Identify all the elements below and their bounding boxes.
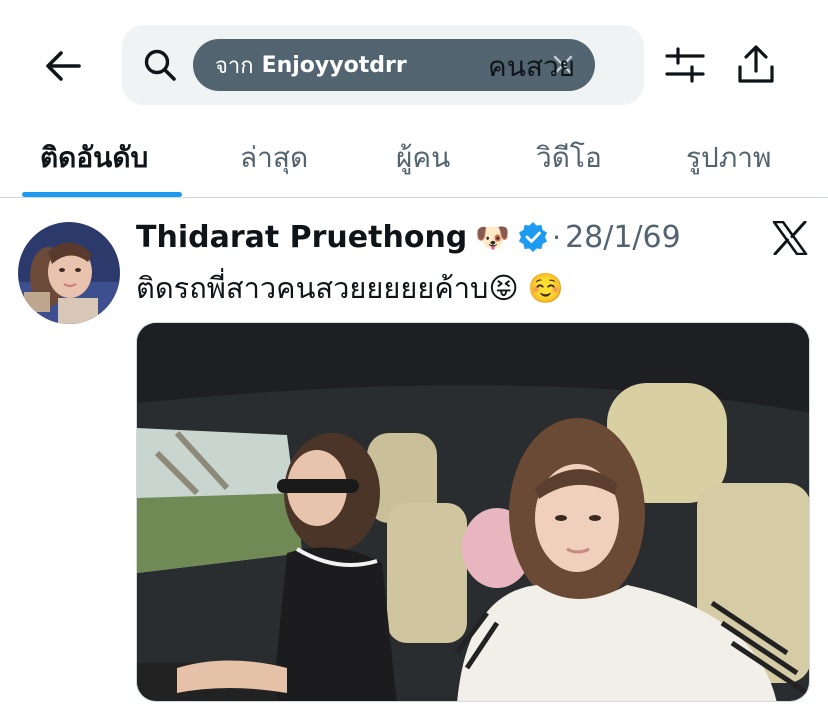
tweet-date[interactable]: 28/1/69 <box>565 220 681 255</box>
tweet-photo[interactable] <box>136 322 810 702</box>
display-name[interactable]: Thidarat Pruethong <box>136 220 467 255</box>
search-query-text[interactable]: คนสวย <box>488 45 575 89</box>
chip-prefix: จาก <box>215 53 254 79</box>
tab-latest[interactable]: ล่าสุด <box>240 136 308 180</box>
avatar-image <box>18 222 120 324</box>
active-tab-indicator <box>22 192 182 197</box>
avatar[interactable] <box>18 222 120 324</box>
tab-videos[interactable]: วิดีโอ <box>536 136 602 180</box>
tab-top[interactable]: ติดอันดับ <box>40 136 148 180</box>
tab-people[interactable]: ผู้คน <box>396 136 450 180</box>
search-tabs: ติดอันดับ ล่าสุด ผู้คน วิดีโอ รูปภาพ <box>0 118 828 198</box>
share-icon[interactable] <box>736 43 776 85</box>
search-header: จาก Enjoyyotdrr คนสวย <box>0 0 828 118</box>
photo-car-interior <box>137 323 809 701</box>
tweet-text: ติดรถพี่สาวคนสวยยยยยค้าบ😝 ☺️ <box>136 271 565 305</box>
x-logo-icon[interactable] <box>772 221 808 255</box>
chip-username: Enjoyyotdrr <box>261 52 407 78</box>
name-emoji: 🐶 <box>475 220 511 254</box>
verified-badge-icon[interactable] <box>518 222 548 252</box>
search-field[interactable]: จาก Enjoyyotdrr คนสวย <box>122 25 644 105</box>
tweet-header: Thidarat Pruethong 🐶 · 28/1/69 <box>136 217 681 257</box>
back-button[interactable] <box>40 44 86 88</box>
separator-dot: · <box>552 220 562 254</box>
search-icon <box>144 49 176 81</box>
tweet[interactable]: Thidarat Pruethong 🐶 · 28/1/69 ติดรถพี่ส… <box>0 199 828 722</box>
tab-photos[interactable]: รูปภาพ <box>686 136 771 180</box>
sliders-icon[interactable] <box>664 44 706 86</box>
arrow-left-icon <box>46 51 81 81</box>
